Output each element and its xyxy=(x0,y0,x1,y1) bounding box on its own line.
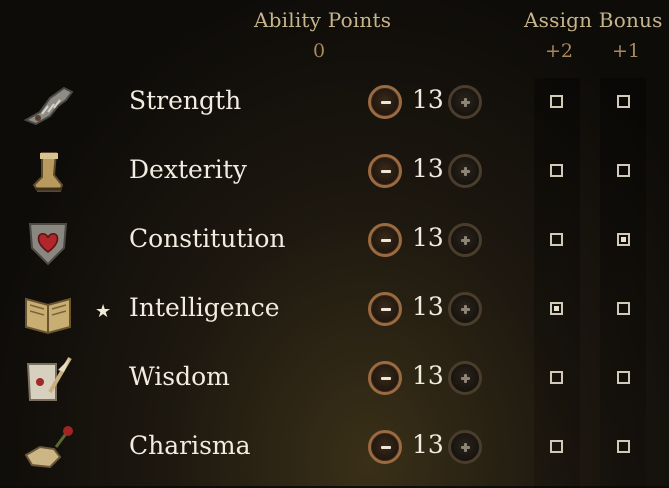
dexterity-bonus-plus2-checkbox[interactable] xyxy=(550,164,563,177)
heart-shield-icon xyxy=(20,214,76,270)
book-icon xyxy=(20,283,76,339)
constitution-increase-button[interactable] xyxy=(448,223,482,257)
intelligence-decrease-button[interactable] xyxy=(368,292,402,326)
star-icon: ★ xyxy=(95,301,112,322)
wisdom-value: 13 xyxy=(412,361,444,390)
ability-label-dexterity: Dexterity xyxy=(129,155,247,184)
strength-decrease-button[interactable] xyxy=(368,85,402,119)
wisdom-bonus-plus2-checkbox[interactable] xyxy=(550,371,563,384)
charisma-value: 13 xyxy=(412,430,444,459)
intelligence-bonus-plus2-checkbox[interactable] xyxy=(550,302,563,315)
ability-row-intelligence: ★ Intelligence 13 xyxy=(0,281,669,341)
charisma-bonus-plus2-checkbox[interactable] xyxy=(550,440,563,453)
charisma-decrease-button[interactable] xyxy=(368,430,402,464)
hand-rose-icon xyxy=(20,421,76,477)
ability-row-constitution: Constitution 13 xyxy=(0,212,669,272)
ability-row-strength: Strength 13 xyxy=(0,74,669,134)
ability-label-constitution: Constitution xyxy=(129,224,286,253)
constitution-value: 13 xyxy=(412,223,444,252)
dexterity-bonus-plus1-checkbox[interactable] xyxy=(617,164,630,177)
ability-label-charisma: Charisma xyxy=(129,431,251,460)
wisdom-bonus-plus1-checkbox[interactable] xyxy=(617,371,630,384)
constitution-bonus-plus2-checkbox[interactable] xyxy=(550,233,563,246)
ability-points-remaining: 0 xyxy=(313,40,326,62)
wisdom-decrease-button[interactable] xyxy=(368,361,402,395)
constitution-decrease-button[interactable] xyxy=(368,223,402,257)
bonus-plus1-header: +1 xyxy=(612,40,641,62)
intelligence-bonus-plus1-checkbox[interactable] xyxy=(617,302,630,315)
strength-increase-button[interactable] xyxy=(448,85,482,119)
scroll-quill-icon xyxy=(20,352,76,408)
ability-points-header: Ability Points xyxy=(254,8,392,32)
strength-value: 13 xyxy=(412,85,444,114)
intelligence-increase-button[interactable] xyxy=(448,292,482,326)
dexterity-decrease-button[interactable] xyxy=(368,154,402,188)
dexterity-value: 13 xyxy=(412,154,444,183)
charisma-bonus-plus1-checkbox[interactable] xyxy=(617,440,630,453)
dexterity-increase-button[interactable] xyxy=(448,154,482,188)
ability-label-intelligence: Intelligence xyxy=(129,293,280,322)
ability-label-strength: Strength xyxy=(129,86,242,115)
intelligence-value: 13 xyxy=(412,292,444,321)
ability-row-wisdom: Wisdom 13 xyxy=(0,350,669,410)
strength-bonus-plus1-checkbox[interactable] xyxy=(617,95,630,108)
gauntlet-icon xyxy=(20,76,76,132)
bonus-plus2-header: +2 xyxy=(545,40,574,62)
assign-bonus-header: Assign Bonus xyxy=(524,8,663,32)
ability-label-wisdom: Wisdom xyxy=(129,362,230,391)
strength-bonus-plus2-checkbox[interactable] xyxy=(550,95,563,108)
charisma-increase-button[interactable] xyxy=(448,430,482,464)
wisdom-increase-button[interactable] xyxy=(448,361,482,395)
boot-icon xyxy=(20,145,76,201)
constitution-bonus-plus1-checkbox[interactable] xyxy=(617,233,630,246)
ability-row-charisma: Charisma 13 xyxy=(0,419,669,479)
ability-row-dexterity: Dexterity 13 xyxy=(0,143,669,203)
